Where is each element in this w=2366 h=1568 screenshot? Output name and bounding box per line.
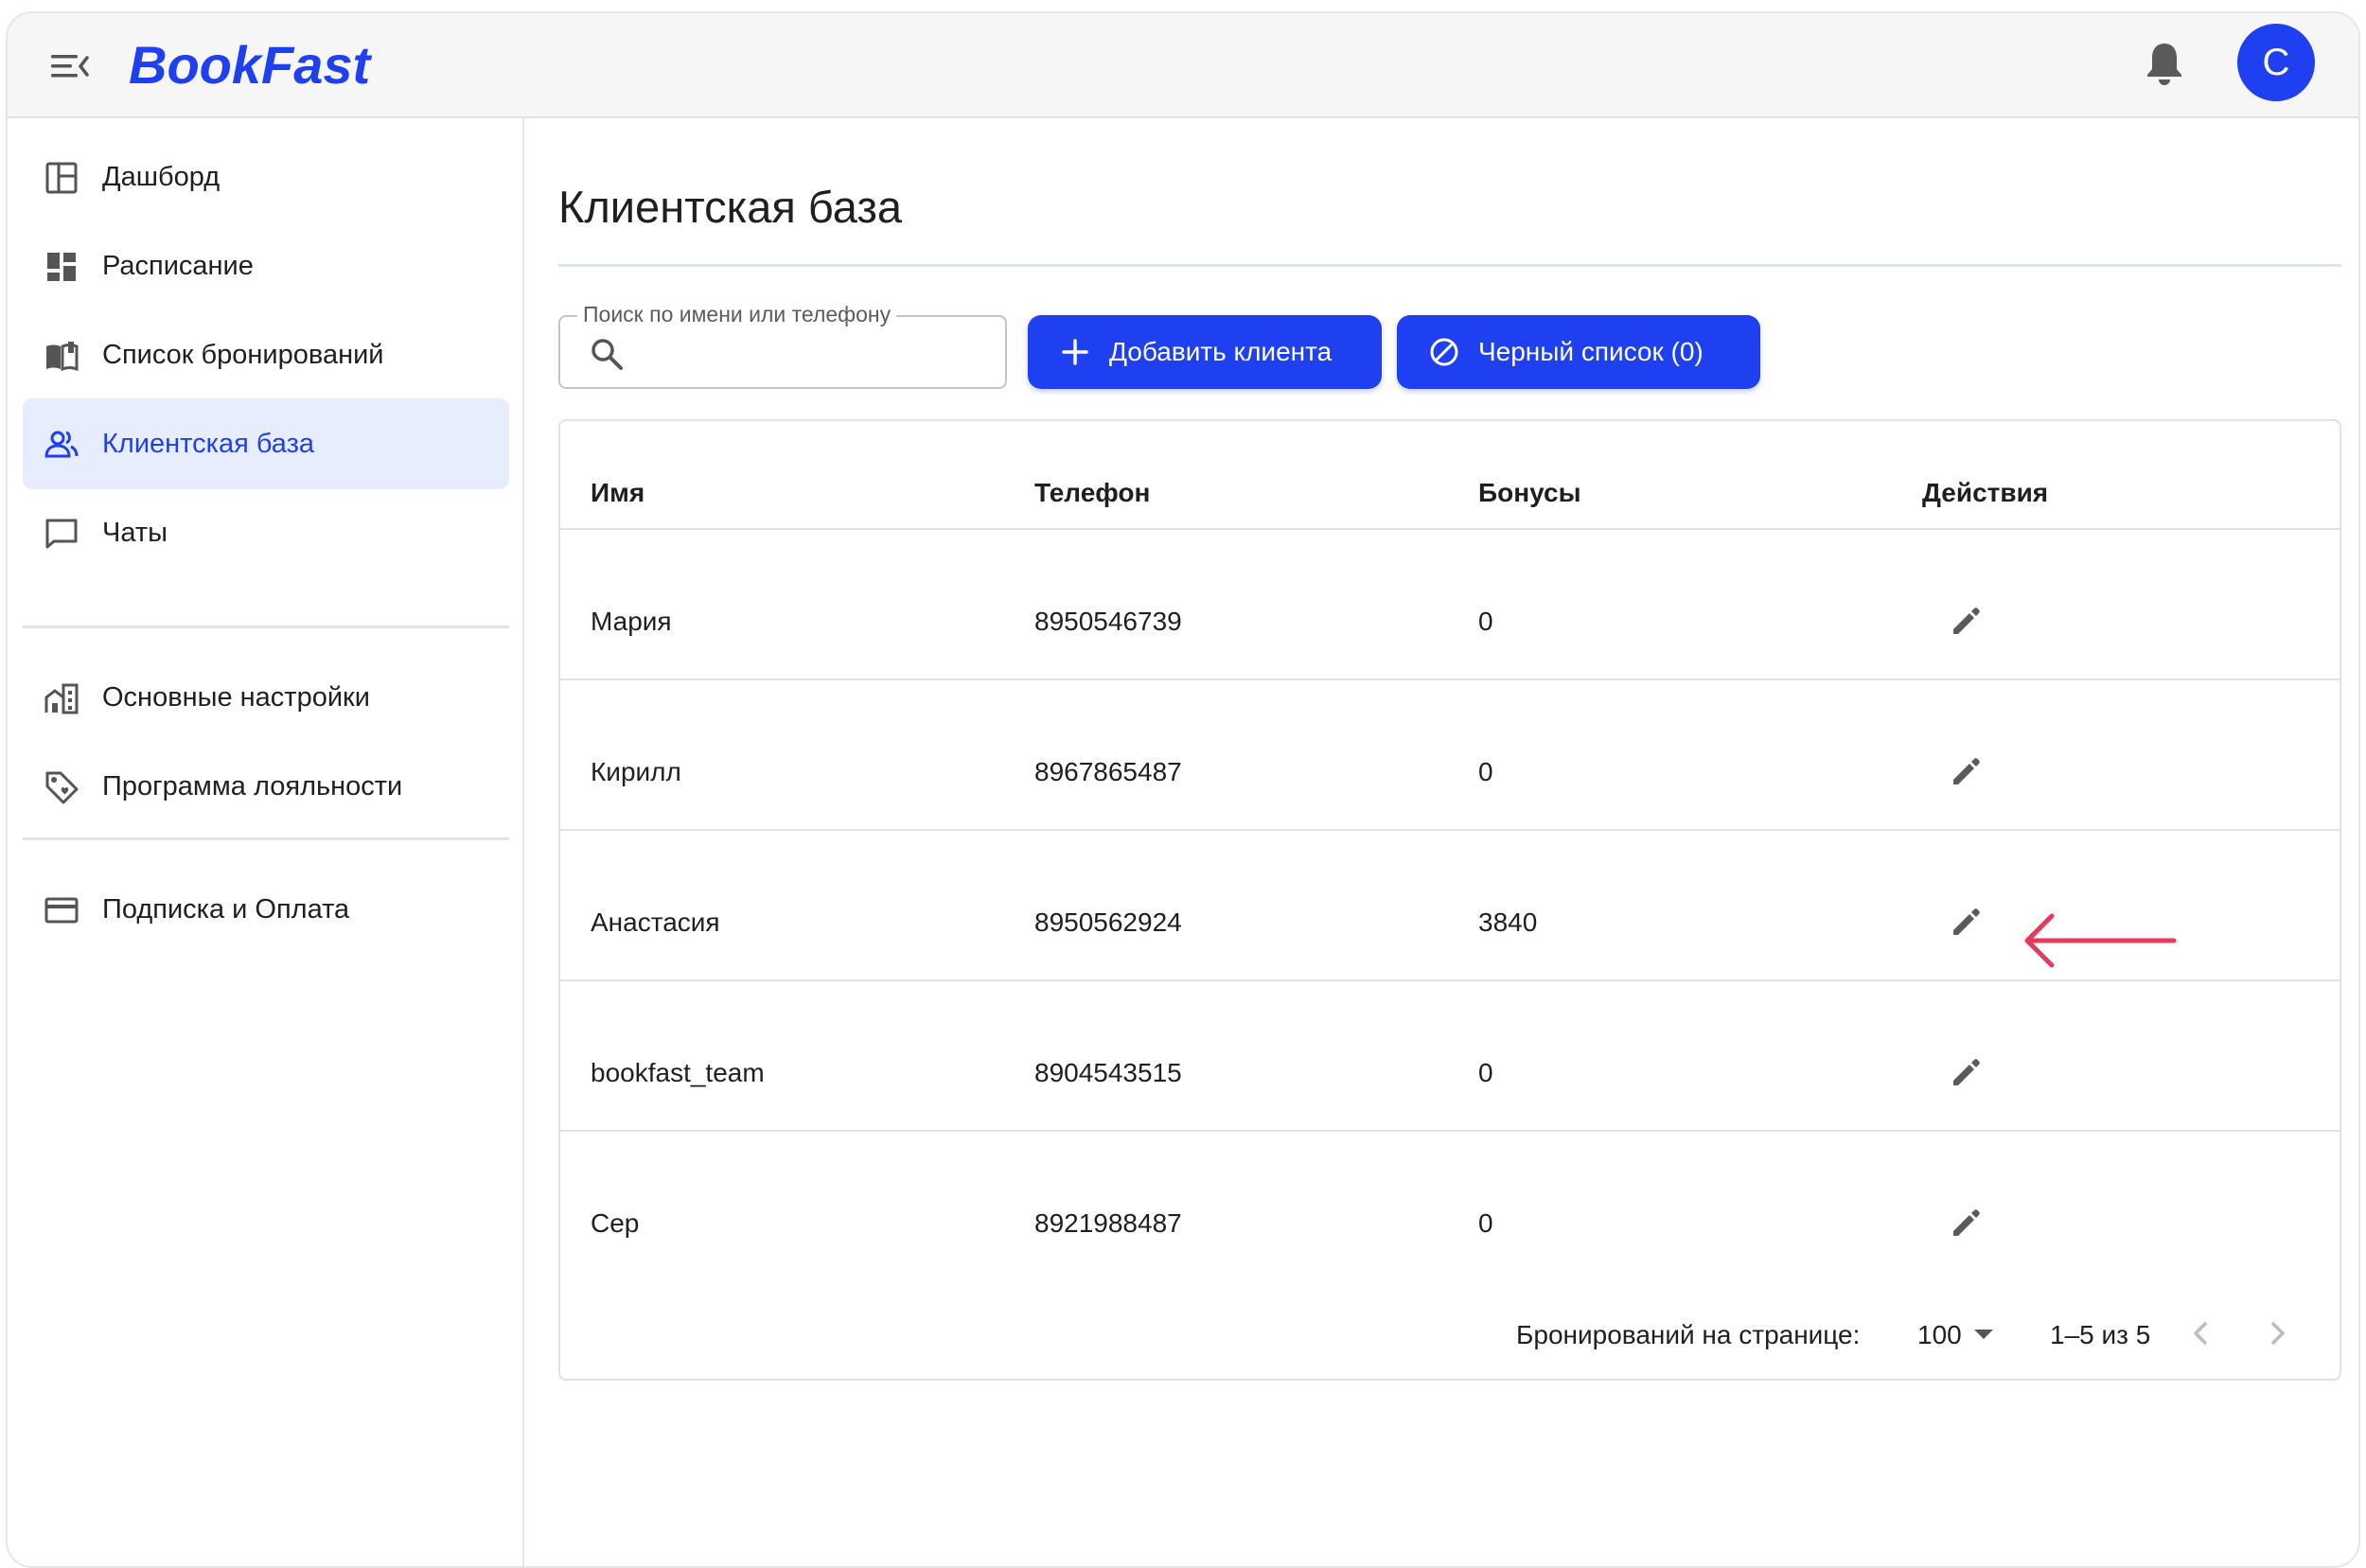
plus-icon (1062, 339, 1088, 365)
client-name: Сер (591, 1208, 640, 1238)
client-name: bookfast_team (591, 1058, 765, 1087)
client-phone: 8950546739 (1034, 607, 1182, 636)
edit-pencil-icon[interactable] (1948, 601, 1986, 639)
user-avatar[interactable]: C (2237, 24, 2315, 101)
search-icon (592, 339, 623, 370)
bell-icon[interactable] (2143, 40, 2186, 87)
tag-icon (45, 771, 79, 804)
sidebar-item-label: Клиентская база (102, 428, 314, 459)
column-header-bonus[interactable]: Бонусы (1478, 478, 1581, 508)
sidebar-item-settings[interactable]: Основные настройки (23, 652, 509, 743)
client-bonus: 0 (1478, 607, 1493, 636)
client-bonus: 0 (1478, 1208, 1493, 1238)
client-bonus: 0 (1478, 1058, 1493, 1087)
block-icon (1430, 338, 1458, 366)
column-header-actions: Действия (1922, 478, 2049, 507)
sidebar-item-label: Чаты (102, 517, 168, 548)
sidebar-item-dashboard[interactable]: Дашборд (23, 132, 509, 222)
rows-per-page-value: 100 (1917, 1320, 1962, 1349)
annotation-arrow-icon (2024, 913, 2177, 968)
client-phone: 8950562924 (1034, 907, 1182, 937)
sidebar-item-label: Основные настройки (102, 681, 370, 713)
sidebar-item-subscription[interactable]: Подписка и Оплата (23, 864, 509, 955)
blacklist-label: Черный список (0) (1478, 337, 1704, 366)
sidebar-item-bookings[interactable]: Список бронирований (23, 309, 509, 400)
search-label: Поиск по имени или телефону (577, 302, 897, 327)
schedule-grid-icon (47, 253, 76, 281)
rows-per-page-select[interactable]: 100 (1917, 1311, 2012, 1356)
page-range: 1–5 из 5 (2050, 1320, 2151, 1349)
title-underline (558, 264, 2341, 267)
client-phone: 8904543515 (1034, 1058, 1182, 1087)
edit-pencil-icon[interactable] (1948, 902, 1986, 940)
sidebar-item-label: Программа лояльности (102, 770, 403, 802)
dashboard-layout-icon (45, 162, 78, 194)
blacklist-button[interactable]: Черный список (0) (1397, 315, 1760, 389)
sidebar-divider (23, 625, 509, 628)
row-divider (560, 829, 2340, 831)
sidebar-item-loyalty[interactable]: Программа лояльности (23, 741, 509, 832)
client-bonus: 3840 (1478, 907, 1538, 937)
sidebar-item-chats[interactable]: Чаты (23, 487, 509, 578)
column-header-phone[interactable]: Телефон (1034, 478, 1150, 508)
page-title: Клиентская база (558, 182, 903, 232)
app-window: BookFast C Дашборд Расписание Список бро… (6, 11, 2360, 1568)
edit-pencil-icon[interactable] (1948, 751, 1986, 789)
row-divider (560, 1130, 2340, 1132)
row-divider (560, 979, 2340, 981)
client-phone: 8967865487 (1034, 757, 1182, 786)
edit-pencil-icon[interactable] (1948, 1203, 1986, 1241)
book-icon (46, 342, 79, 372)
chevron-right-icon[interactable] (2254, 1311, 2300, 1356)
edit-pencil-icon[interactable] (1948, 1052, 1986, 1090)
rows-per-page-label: Бронирований на странице: (1516, 1320, 1861, 1349)
menu-collapse-icon[interactable] (49, 49, 91, 83)
row-divider (560, 678, 2340, 680)
column-header-name[interactable]: Имя (591, 478, 644, 508)
sidebar-item-label: Дашборд (102, 161, 221, 192)
sidebar: Дашборд Расписание Список бронирований К… (8, 118, 524, 1566)
row-divider (560, 528, 2340, 530)
sidebar-divider (23, 837, 509, 840)
app-logo[interactable]: BookFast (129, 34, 370, 96)
search-input[interactable]: Поиск по имени или телефону (558, 302, 1007, 389)
users-icon (44, 431, 79, 458)
client-phone: 8921988487 (1034, 1208, 1182, 1238)
top-bar: BookFast C (8, 13, 2358, 118)
sidebar-item-label: Подписка и Оплата (102, 893, 350, 925)
client-name: Анастасия (591, 907, 720, 937)
client-name: Мария (591, 607, 672, 636)
sidebar-item-label: Расписание (102, 250, 254, 281)
main-content: Клиентская база Поиск по имени или телеф… (524, 118, 2358, 1566)
credit-card-icon (44, 897, 79, 924)
client-bonus: 0 (1478, 757, 1493, 786)
add-client-label: Добавить клиента (1109, 337, 1333, 366)
client-name: Кирилл (591, 757, 681, 786)
add-client-button[interactable]: Добавить клиента (1028, 315, 1382, 389)
clients-table: Имя Телефон Бонусы Действия Мария 895054… (558, 419, 2341, 1381)
building-icon (44, 683, 79, 714)
chat-icon (45, 519, 78, 549)
dropdown-caret-icon (1974, 1330, 1993, 1339)
sidebar-item-clients[interactable]: Клиентская база (23, 398, 509, 489)
sidebar-item-schedule[interactable]: Расписание (23, 220, 509, 311)
sidebar-item-label: Список бронирований (102, 339, 384, 370)
chevron-left-icon[interactable] (2179, 1311, 2224, 1356)
